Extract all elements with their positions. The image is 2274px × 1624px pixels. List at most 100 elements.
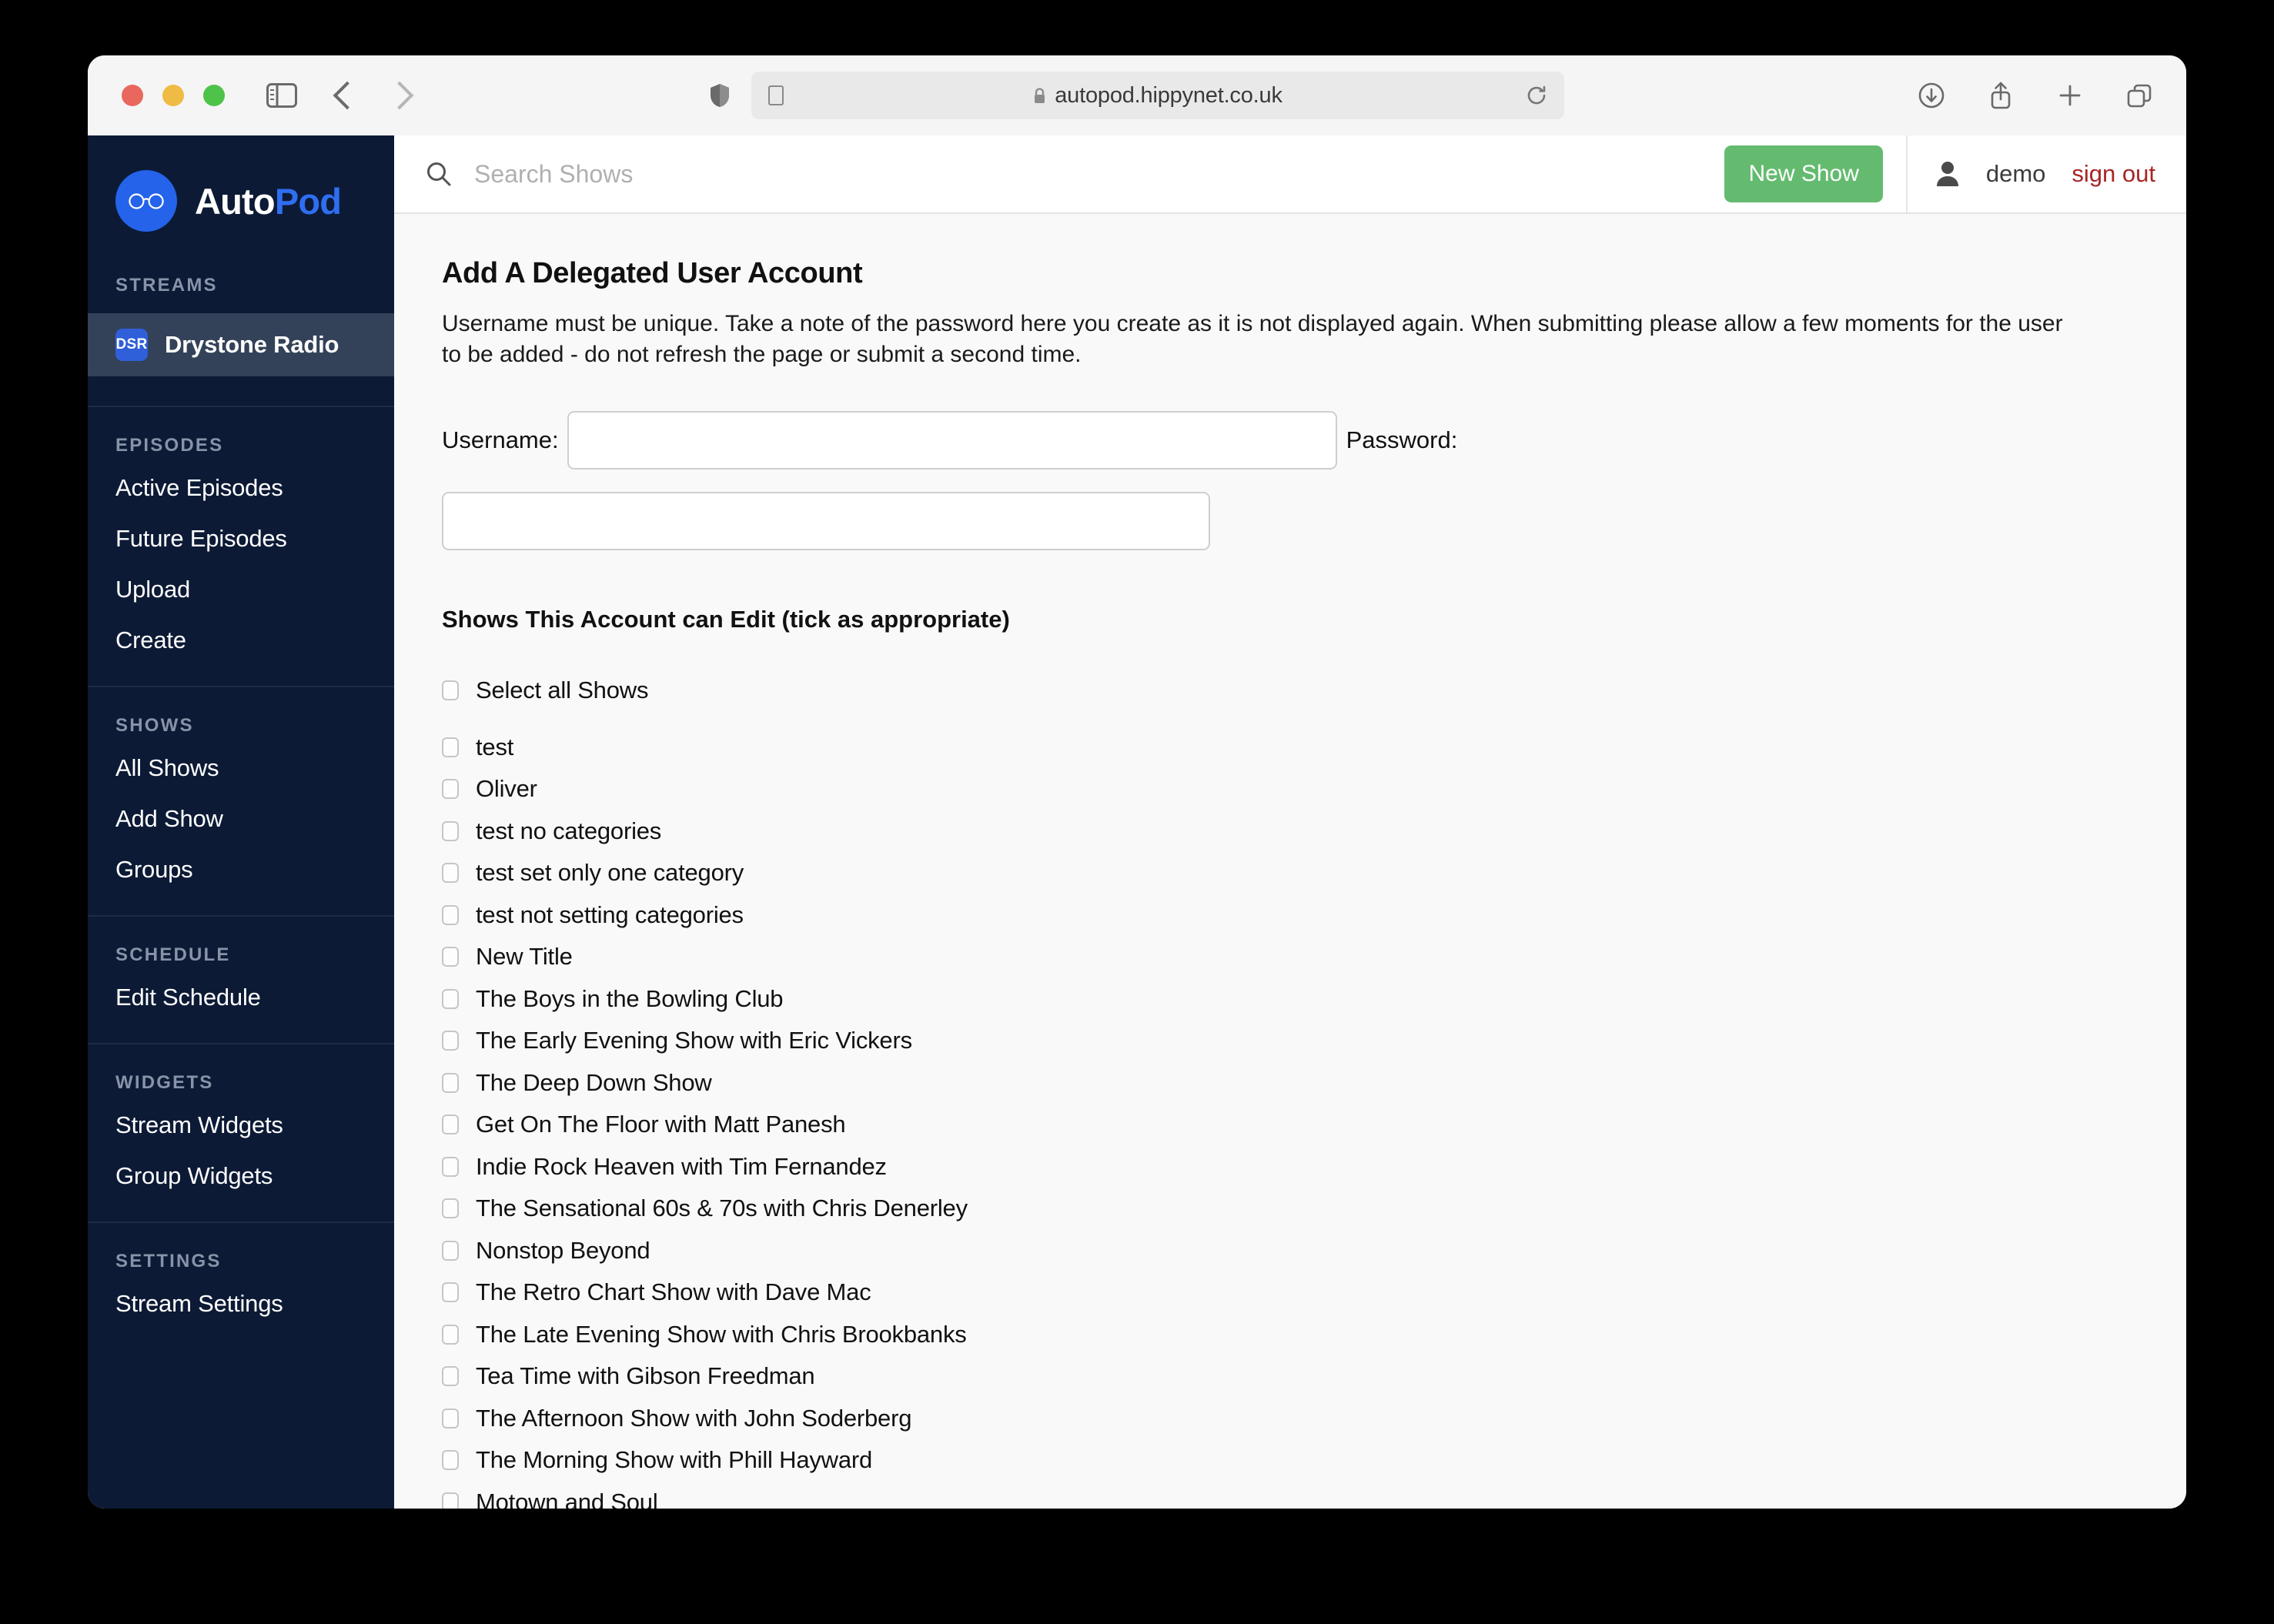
password-input[interactable]: [442, 491, 1210, 550]
plus-icon[interactable]: [2055, 81, 2085, 110]
show-checkbox[interactable]: [442, 1156, 459, 1177]
show-label: Oliver: [476, 775, 537, 803]
user-name-label: demo: [1985, 160, 2046, 187]
brand[interactable]: AutoPod: [88, 135, 394, 267]
show-checkbox-row[interactable]: The Early Evening Show with Eric Vickers: [442, 1027, 2139, 1054]
show-checkbox-row[interactable]: test no categories: [442, 817, 2139, 845]
show-checkbox[interactable]: [442, 1198, 459, 1219]
select-all-shows-row[interactable]: Select all Shows: [442, 677, 2139, 704]
sidebar-item-groups[interactable]: Groups: [88, 844, 394, 895]
show-checkbox-row[interactable]: Oliver: [442, 775, 2139, 803]
select-all-checkbox[interactable]: [442, 680, 459, 700]
show-checkbox-row[interactable]: Nonstop Beyond: [442, 1237, 2139, 1265]
sidebar: AutoPod STREAMS DSR Drystone Radio EPISO…: [88, 135, 394, 1509]
show-label: Motown and Soul: [476, 1488, 658, 1509]
show-checkbox-row[interactable]: Tea Time with Gibson Freedman: [442, 1362, 2139, 1390]
sidebar-item-stream-widgets[interactable]: Stream Widgets: [88, 1100, 394, 1151]
show-checkbox[interactable]: [442, 947, 459, 967]
show-label: Tea Time with Gibson Freedman: [476, 1362, 815, 1390]
show-checkbox-row[interactable]: The Retro Chart Show with Dave Mac: [442, 1278, 2139, 1306]
back-chevron-icon[interactable]: [333, 81, 362, 110]
brand-title: AutoPod: [195, 180, 342, 222]
sidebar-section-label-episodes: EPISODES: [115, 435, 224, 456]
reader-view-icon[interactable]: [768, 85, 784, 105]
show-checkbox-row[interactable]: New Title: [442, 943, 2139, 971]
show-checkbox[interactable]: [442, 1240, 459, 1261]
show-checkbox[interactable]: [442, 863, 459, 884]
show-checkbox[interactable]: [442, 1492, 459, 1509]
show-checkbox[interactable]: [442, 779, 459, 800]
show-label: Get On The Floor with Matt Panesh: [476, 1111, 846, 1138]
show-checkbox-row[interactable]: The Morning Show with Phill Hayward: [442, 1446, 2139, 1474]
show-label: The Early Evening Show with Eric Vickers: [476, 1027, 912, 1054]
show-checkbox[interactable]: [442, 1450, 459, 1471]
close-window-button[interactable]: [122, 85, 143, 106]
address-bar-area: autopod.hippynet.co.uk: [710, 72, 1564, 119]
sidebar-item-active-episodes[interactable]: Active Episodes: [88, 463, 394, 513]
show-checkbox-row[interactable]: test: [442, 733, 2139, 761]
show-checkbox[interactable]: [442, 1366, 459, 1387]
minimize-window-button[interactable]: [162, 85, 184, 106]
show-checkbox[interactable]: [442, 904, 459, 925]
new-show-button[interactable]: New Show: [1724, 145, 1883, 202]
sidebar-section-label-shows: SHOWS: [115, 715, 194, 736]
sidebar-group-settings: SETTINGS Stream Settings: [88, 1221, 394, 1349]
show-label: The Boys in the Bowling Club: [476, 984, 784, 1012]
username-row: Username: Password:: [442, 410, 2139, 469]
show-checkbox[interactable]: [442, 737, 459, 757]
search-input[interactable]: [474, 159, 1725, 189]
sidebar-group-widgets: WIDGETS Stream Widgets Group Widgets: [88, 1043, 394, 1221]
show-label: Nonstop Beyond: [476, 1236, 650, 1264]
show-label: test set only one category: [476, 859, 744, 887]
url-bar[interactable]: autopod.hippynet.co.uk: [751, 72, 1564, 119]
tab-overview-icon[interactable]: [2125, 81, 2154, 110]
sidebar-group-shows: SHOWS All Shows Add Show Groups: [88, 686, 394, 915]
shows-checkbox-list: test Oliver test no categories test set …: [442, 733, 2139, 1509]
show-checkbox-row[interactable]: test set only one category: [442, 859, 2139, 887]
show-checkbox-row[interactable]: Indie Rock Heaven with Tim Fernandez: [442, 1153, 2139, 1181]
show-label: The Deep Down Show: [476, 1068, 712, 1096]
privacy-shield-icon[interactable]: [710, 83, 730, 108]
sidebar-item-stream-settings[interactable]: Stream Settings: [88, 1278, 394, 1329]
lock-icon: [1033, 87, 1046, 104]
downloads-icon[interactable]: [1917, 81, 1946, 110]
show-checkbox[interactable]: [442, 1031, 459, 1051]
sidebar-item-edit-schedule[interactable]: Edit Schedule: [88, 972, 394, 1023]
user-area: demo sign out: [1905, 135, 2186, 212]
username-input[interactable]: [567, 410, 1337, 469]
show-checkbox-row[interactable]: The Deep Down Show: [442, 1069, 2139, 1097]
password-label: Password:: [1346, 426, 1458, 453]
sidebar-item-upload[interactable]: Upload: [88, 564, 394, 615]
show-checkbox[interactable]: [442, 1072, 459, 1093]
show-checkbox-row[interactable]: Get On The Floor with Matt Panesh: [442, 1111, 2139, 1138]
sidebar-item-create[interactable]: Create: [88, 615, 394, 666]
show-checkbox-row[interactable]: Motown and Soul: [442, 1489, 2139, 1509]
sidebar-item-add-show[interactable]: Add Show: [88, 794, 394, 844]
share-icon[interactable]: [1986, 81, 2015, 110]
sidebar-section-label-widgets: WIDGETS: [115, 1072, 214, 1093]
show-checkbox[interactable]: [442, 988, 459, 1009]
sign-out-link[interactable]: sign out: [2072, 160, 2155, 188]
sidebar-item-drystone-radio[interactable]: DSR Drystone Radio: [88, 313, 394, 376]
show-checkbox-row[interactable]: The Boys in the Bowling Club: [442, 985, 2139, 1013]
reload-icon[interactable]: [1526, 85, 1547, 106]
show-checkbox[interactable]: [442, 1282, 459, 1303]
sidebar-item-all-shows[interactable]: All Shows: [88, 743, 394, 794]
maximize-window-button[interactable]: [203, 85, 225, 106]
sidebar-item-future-episodes[interactable]: Future Episodes: [88, 513, 394, 564]
show-checkbox[interactable]: [442, 1324, 459, 1345]
brand-title-secondary: Pod: [274, 180, 342, 222]
show-checkbox-row[interactable]: test not setting categories: [442, 901, 2139, 929]
show-checkbox[interactable]: [442, 1408, 459, 1429]
sidebar-toggle-icon[interactable]: [266, 83, 297, 108]
sidebar-item-group-widgets[interactable]: Group Widgets: [88, 1151, 394, 1201]
select-all-label: Select all Shows: [476, 676, 649, 703]
show-checkbox-row[interactable]: The Late Evening Show with Chris Brookba…: [442, 1321, 2139, 1348]
sidebar-group-streams: STREAMS DSR Drystone Radio: [88, 267, 394, 406]
show-checkbox-row[interactable]: The Afternoon Show with John Soderberg: [442, 1405, 2139, 1432]
sidebar-group-schedule: SCHEDULE Edit Schedule: [88, 915, 394, 1043]
show-label: The Sensational 60s & 70s with Chris Den…: [476, 1195, 968, 1222]
show-checkbox[interactable]: [442, 820, 459, 841]
show-checkbox[interactable]: [442, 1114, 459, 1135]
show-checkbox-row[interactable]: The Sensational 60s & 70s with Chris Den…: [442, 1195, 2139, 1222]
